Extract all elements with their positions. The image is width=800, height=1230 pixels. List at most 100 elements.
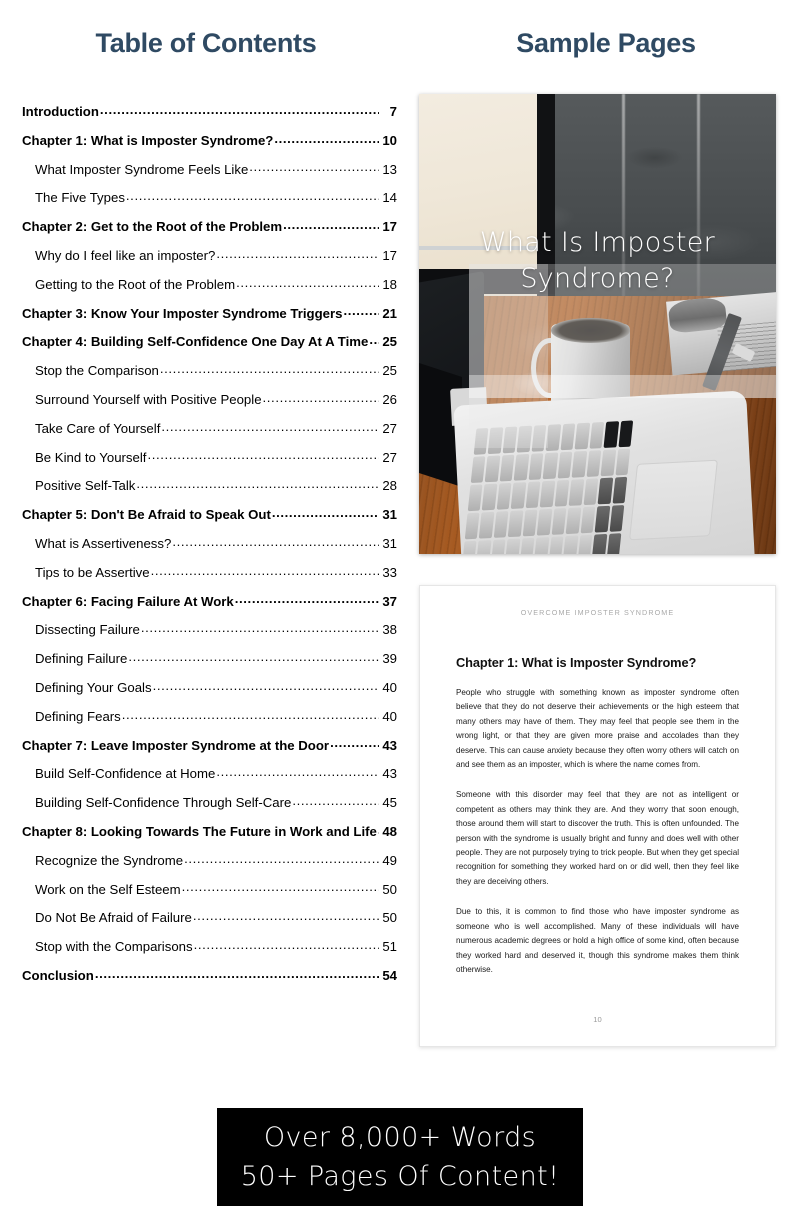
- keyboard-key: [536, 508, 553, 536]
- toc-entry[interactable]: Chapter 8: Looking Towards The Future in…: [22, 823, 397, 852]
- toc-entry[interactable]: Chapter 1: What is Imposter Syndrome? 10: [22, 132, 397, 161]
- keyboard-key: [586, 450, 602, 478]
- toc-entry-page: 48: [382, 823, 397, 839]
- toc-entry[interactable]: What Imposter Syndrome Feels Like 13: [22, 161, 397, 190]
- keyboard-key: [554, 480, 570, 507]
- toc-entry-title: What Imposter Syndrome Feels Like: [35, 161, 249, 177]
- toc-entry[interactable]: Introduction 7: [22, 103, 397, 132]
- toc-entry-title: What is Assertiveness?: [35, 535, 172, 551]
- toc-entry-title: Be Kind to Yourself: [35, 449, 147, 465]
- toc-entry[interactable]: Why do I feel like an imposter? 17: [22, 247, 397, 276]
- laptop-trackpad: [629, 459, 718, 540]
- keyboard-key: [496, 483, 512, 510]
- toc-entry[interactable]: Chapter 6: Facing Failure At Work 37: [22, 593, 397, 622]
- toc-entry[interactable]: Chapter 7: Leave Imposter Syndrome at th…: [22, 737, 397, 766]
- toc-entry-page: 50: [382, 881, 397, 897]
- cover-illustration: What Is Imposter Syndrome?: [419, 94, 776, 554]
- toc-entry[interactable]: Getting to the Root of the Problem 18: [22, 276, 397, 305]
- toc-entry-page: 18: [382, 276, 397, 292]
- toc-entry[interactable]: Build Self-Confidence at Home 43: [22, 765, 397, 794]
- toc-entry[interactable]: Recognize the Syndrome 49: [22, 852, 397, 881]
- toc-entry[interactable]: Defining Fears 40: [22, 708, 397, 737]
- toc-entry[interactable]: Chapter 2: Get to the Root of the Proble…: [22, 218, 397, 247]
- toc-entry-title: Recognize the Syndrome: [35, 852, 184, 868]
- toc-leader-dots: [193, 909, 379, 922]
- toc-entry-page: 40: [382, 679, 397, 695]
- keyboard-key: [499, 454, 515, 482]
- toc-entry-title: Chapter 1: What is Imposter Syndrome?: [22, 132, 274, 148]
- toc-entry-page: 14: [382, 190, 397, 206]
- keyboard-key: [482, 483, 498, 511]
- toc-leader-dots: [100, 103, 379, 116]
- toc-entry-title: Chapter 5: Don't Be Afraid to Speak Out: [22, 507, 271, 523]
- toc-entry-page: 25: [382, 363, 397, 379]
- toc-leader-dots: [369, 333, 379, 346]
- toc-leader-dots: [151, 564, 379, 577]
- toc-entry[interactable]: Chapter 3: Know Your Imposter Syndrome T…: [22, 305, 397, 334]
- toc-entry[interactable]: Do Not Be Afraid of Failure 50: [22, 909, 397, 938]
- toc-entry[interactable]: Defining Failure 39: [22, 650, 397, 679]
- toc-entry-page: 49: [382, 852, 397, 868]
- keyboard-key: [542, 452, 559, 480]
- toc-entry[interactable]: Take Care of Yourself 27: [22, 420, 397, 449]
- toc-entry[interactable]: Conclusion 54: [22, 967, 397, 996]
- toc-entry-title: Chapter 8: Looking Towards The Future in…: [22, 823, 377, 839]
- keyboard-key: [528, 453, 544, 481]
- toc-leader-dots: [330, 737, 379, 750]
- toc-leader-dots: [126, 189, 379, 202]
- sample-pages-heading: Sample Pages: [516, 28, 696, 58]
- toc-leader-dots: [184, 852, 379, 865]
- keyboard-key: [470, 456, 486, 484]
- toc-entry-title: The Five Types: [35, 190, 125, 206]
- keyboard-key: [583, 478, 599, 506]
- running-head: OVERCOME IMPOSTER SYNDROME: [520, 608, 675, 617]
- toc-entry[interactable]: Dissecting Failure 38: [22, 621, 397, 650]
- toc-entry[interactable]: What is Assertiveness? 31: [22, 535, 397, 564]
- keyboard-key: [493, 511, 509, 539]
- keyboard-key: [522, 509, 538, 537]
- toc-entry-page: 10: [382, 132, 397, 148]
- toc-entry-title: Do Not Be Afraid of Failure: [35, 910, 192, 926]
- toc-leader-dots: [161, 420, 379, 433]
- toc-entry[interactable]: Stop the Comparison 25: [22, 362, 397, 391]
- page-number: 10: [593, 1015, 602, 1024]
- toc-entry[interactable]: Chapter 5: Don't Be Afraid to Speak Out 3…: [22, 506, 397, 535]
- toc-entry[interactable]: Chapter 4: Building Self-Confidence One …: [22, 333, 397, 362]
- toc-entry[interactable]: Work on the Self Esteem 50: [22, 881, 397, 910]
- toc-entry[interactable]: Tips to be Assertive 33: [22, 564, 397, 593]
- toc-leader-dots: [122, 708, 379, 721]
- toc-entry-title: Chapter 6: Facing Failure At Work: [22, 593, 234, 609]
- toc-leader-dots: [160, 362, 379, 375]
- toc-entry-title: Positive Self-Talk: [35, 478, 136, 494]
- toc-entry-page: 45: [382, 795, 397, 811]
- toc-entry[interactable]: Stop with the Comparisons 51: [22, 938, 397, 967]
- toc-entry-title: Chapter 7: Leave Imposter Syndrome at th…: [22, 737, 330, 753]
- toc-entry-page: 21: [382, 305, 397, 321]
- toc-entry[interactable]: Building Self-Confidence Through Self-Ca…: [22, 794, 397, 823]
- keyboard-key: [461, 540, 477, 554]
- toc-entry-title: Stop the Comparison: [35, 363, 159, 379]
- toc-entry-title: Take Care of Yourself: [35, 420, 161, 436]
- toc-entry-title: Conclusion: [22, 967, 94, 983]
- toc-leader-dots: [343, 305, 379, 318]
- toc-entry[interactable]: Positive Self-Talk 28: [22, 477, 397, 506]
- toc-entry-title: Chapter 3: Know Your Imposter Syndrome T…: [22, 305, 343, 321]
- cover-image: What Is Imposter Syndrome?: [419, 94, 776, 554]
- toc-entry[interactable]: Be Kind to Yourself 27: [22, 449, 397, 478]
- keyboard-key: [505, 538, 521, 554]
- toc-leader-dots: [292, 794, 379, 807]
- keyboard-key: [606, 533, 622, 554]
- keyboard-key: [511, 482, 527, 510]
- toc-leader-dots: [128, 650, 379, 663]
- toc-entry-title: Defining Failure: [35, 651, 128, 667]
- keyboard-key: [479, 511, 495, 539]
- sample-paragraph: Due to this, it is common to find those …: [456, 907, 739, 974]
- toc-leader-dots: [182, 881, 379, 894]
- sample-paragraph: Someone with this disorder may feel that…: [456, 790, 739, 886]
- toc-entry[interactable]: Defining Your Goals 40: [22, 679, 397, 708]
- toc-entry[interactable]: Surround Yourself with Positive People 26: [22, 391, 397, 420]
- toc-entry-page: 17: [382, 219, 397, 235]
- toc-entry-title: Why do I feel like an imposter?: [35, 247, 216, 263]
- keyboard-key: [533, 537, 550, 554]
- toc-entry[interactable]: The Five Types 14: [22, 189, 397, 218]
